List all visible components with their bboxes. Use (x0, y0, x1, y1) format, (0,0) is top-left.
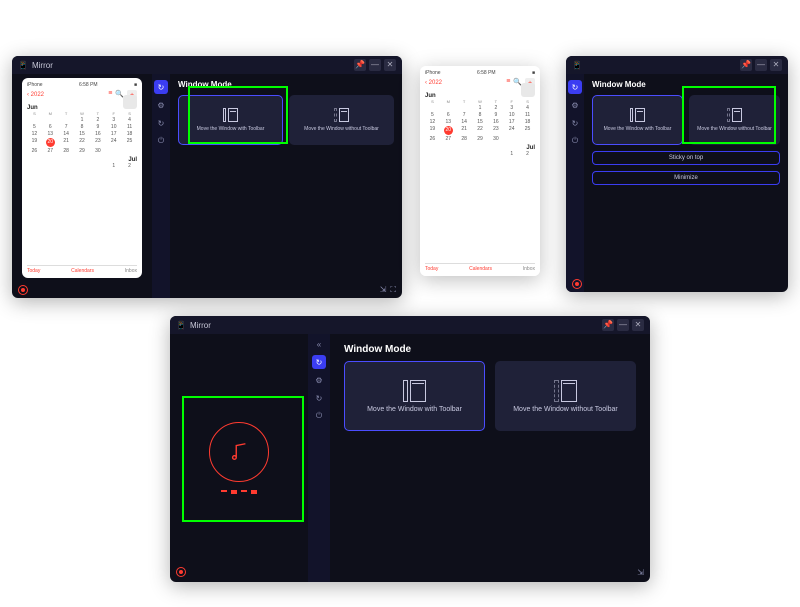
close-button[interactable]: ✕ (384, 59, 396, 71)
phone-tab-calendars[interactable]: Calendars (71, 268, 94, 274)
refresh-icon[interactable]: ↻ (154, 116, 168, 130)
phone-preview: iPhone 6:58 PM ■ ‹ 2022 ≡ 🔍 + Jun SMTWTF… (22, 78, 142, 278)
link-icon[interactable]: ↻ (154, 80, 168, 94)
fullscreen-icon[interactable]: ⛶ (390, 285, 396, 295)
refresh-icon[interactable]: ↻ (568, 116, 582, 130)
card-with-toolbar-label: Move the Window with Toolbar (197, 126, 265, 132)
phone-back-year[interactable]: ‹ 2022 (425, 80, 442, 86)
power-icon[interactable]: ⏻ (568, 134, 582, 148)
settings-icon[interactable]: ⚙ (312, 373, 326, 387)
card-with-toolbar[interactable]: Move the Window with Toolbar (178, 95, 283, 145)
card-without-toolbar-label: Move the Window without Toolbar (697, 126, 772, 132)
mirror-window-2: 📱 📌 — ✕ ↻ ⚙ ↻ ⏻ Window Mode Move the Win… (566, 56, 788, 292)
calendar-today: 20 (444, 126, 453, 135)
calendar-grid-jun: SMTWTFS 1234 567891011 12131415161718 19… (27, 111, 137, 154)
close-button[interactable]: ✕ (632, 319, 644, 331)
phone-tab-today[interactable]: Today (27, 268, 40, 274)
content-pane: Window Mode Move the Window with Toolbar… (170, 74, 402, 298)
section-title: Window Mode (344, 344, 636, 355)
app-icon: 📱 (176, 321, 186, 330)
card-with-toolbar[interactable]: Move the Window with Toolbar (592, 95, 683, 145)
mirror-window-1: 📱 Mirror 📌 — ✕ iPhone 6:58 PM ■ ‹ 2022 ≡ (12, 56, 402, 298)
phone-battery-icon: ■ (532, 70, 535, 76)
card-with-toolbar[interactable]: Move the Window with Toolbar (344, 361, 485, 431)
section-title: Window Mode (178, 80, 394, 89)
overlay-button[interactable] (521, 83, 535, 97)
phone-back-year[interactable]: ‹ 2022 (27, 92, 44, 98)
record-button[interactable] (176, 567, 186, 577)
list-icon[interactable]: ≡ (108, 90, 112, 100)
minimize-window-button[interactable]: Minimize (592, 171, 780, 185)
phone-status-left: iPhone (27, 82, 43, 88)
sidebar: « ↻ ⚙ ↻ ⏻ (308, 334, 330, 582)
pin-button[interactable]: 📌 (602, 319, 614, 331)
calendar-grid-jul: 12 (27, 163, 137, 169)
phone-status-time: 6:58 PM (79, 82, 98, 88)
expand-icon[interactable]: ⇲ (637, 568, 644, 577)
expand-icon[interactable]: ⇲ (380, 285, 387, 295)
pin-button[interactable]: 📌 (740, 59, 752, 71)
music-note-icon (209, 422, 269, 482)
card-without-toolbar[interactable]: Move the Window without Toolbar (495, 361, 636, 431)
phone-status-time: 6:58 PM (477, 70, 496, 76)
link-icon[interactable]: ↻ (312, 355, 326, 369)
phone-tab-calendars[interactable]: Calendars (469, 266, 492, 272)
sticky-button[interactable]: Sticky on top (592, 151, 780, 165)
app-title: Mirror (32, 61, 53, 70)
power-icon[interactable]: ⏻ (312, 409, 326, 423)
list-icon[interactable]: ≡ (506, 78, 510, 88)
app-icon: 📱 (572, 61, 582, 70)
calendar-today: 20 (46, 138, 55, 147)
mirror-window-3: 📱 Mirror 📌 — ✕ « ↻ ⚙ ↻ ⏻ Window Mode (170, 316, 650, 582)
floating-phone: iPhone 6:58 PM ■ ‹ 2022 ≡ 🔍 + Jun SMTWTF… (420, 66, 540, 276)
minimize-button[interactable]: — (755, 59, 767, 71)
card-with-toolbar-label: Move the Window with Toolbar (367, 406, 462, 413)
link-icon[interactable]: ↻ (568, 80, 582, 94)
phone-status-left: iPhone (425, 70, 441, 76)
close-button[interactable]: ✕ (770, 59, 782, 71)
phone-battery-icon: ■ (134, 82, 137, 88)
settings-icon[interactable]: ⚙ (568, 98, 582, 112)
minimize-button[interactable]: — (617, 319, 629, 331)
card-without-toolbar[interactable]: Move the Window without Toolbar (289, 95, 394, 145)
app-title: Mirror (190, 321, 211, 330)
phone-tabbar: Today Calendars Inbox (27, 265, 137, 274)
overlay-button[interactable] (123, 95, 137, 109)
collapse-icon[interactable]: « (317, 340, 321, 349)
titlebar: 📱 Mirror 📌 — ✕ (12, 56, 402, 74)
record-button[interactable] (18, 285, 28, 295)
card-with-toolbar-label: Move the Window with Toolbar (604, 126, 672, 132)
card-without-toolbar-label: Move the Window without Toolbar (513, 406, 618, 413)
pin-button[interactable]: 📌 (354, 59, 366, 71)
sidebar: ↻ ⚙ ↻ ⏻ (152, 74, 170, 298)
phone-tab-inbox[interactable]: Inbox (125, 268, 137, 274)
app-icon: 📱 (18, 61, 28, 70)
refresh-icon[interactable]: ↻ (312, 391, 326, 405)
power-icon[interactable]: ⏻ (154, 134, 168, 148)
minimize-button[interactable]: — (369, 59, 381, 71)
sidebar: ↻ ⚙ ↻ ⏻ (566, 74, 584, 292)
phone-tab-inbox[interactable]: Inbox (523, 266, 535, 272)
record-button[interactable] (572, 279, 582, 289)
equalizer-icon (221, 490, 257, 494)
music-preview (184, 403, 294, 513)
card-without-toolbar[interactable]: Move the Window without Toolbar (689, 95, 780, 145)
section-title: Window Mode (592, 80, 780, 89)
card-without-toolbar-label: Move the Window without Toolbar (304, 126, 379, 132)
phone-tab-today[interactable]: Today (425, 266, 438, 272)
settings-icon[interactable]: ⚙ (154, 98, 168, 112)
